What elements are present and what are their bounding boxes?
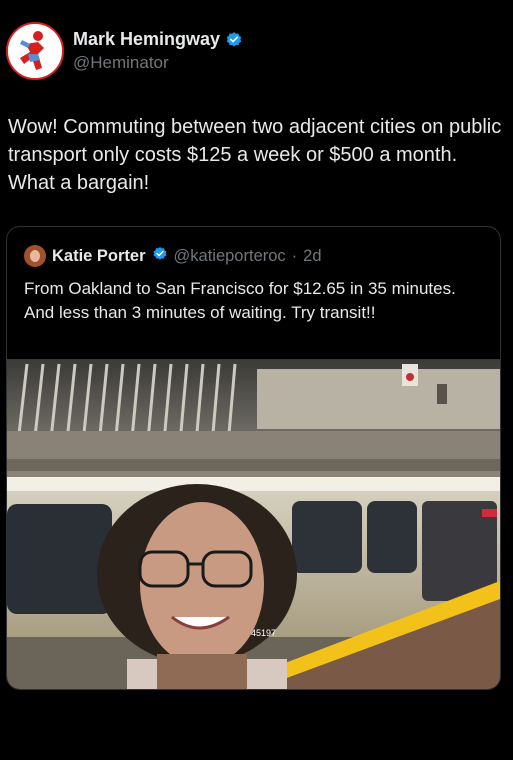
author-handle[interactable]: @Heminator <box>73 53 243 73</box>
quoted-author-name[interactable]: Katie Porter <box>52 247 146 266</box>
quoted-tweet-header: Katie Porter @katieporteroc · 2d <box>24 245 322 267</box>
quoted-author-avatar[interactable] <box>24 245 46 267</box>
tweet-text: Wow! Commuting between two adjacent citi… <box>8 116 502 194</box>
train-number: 45197 <box>251 628 276 638</box>
verified-badge-icon <box>152 246 168 267</box>
quoted-author-handle[interactable]: @katieporteroc <box>174 247 286 266</box>
tweet-author[interactable]: Mark Hemingway @Heminator <box>6 22 243 80</box>
verified-badge-icon <box>225 31 243 49</box>
quoted-tweet[interactable]: Katie Porter @katieporteroc · 2d From Oa… <box>6 226 501 690</box>
quoted-tweet-text: From Oakland to San Francisco for $12.65… <box>24 279 456 322</box>
author-avatar[interactable] <box>6 22 64 80</box>
quoted-tweet-photo[interactable]: 45197 <box>7 359 500 689</box>
author-name[interactable]: Mark Hemingway <box>73 29 220 50</box>
dot-separator: · <box>291 246 298 265</box>
quoted-tweet-age[interactable]: 2d <box>303 247 321 266</box>
train-station-photo: 45197 <box>7 359 500 689</box>
